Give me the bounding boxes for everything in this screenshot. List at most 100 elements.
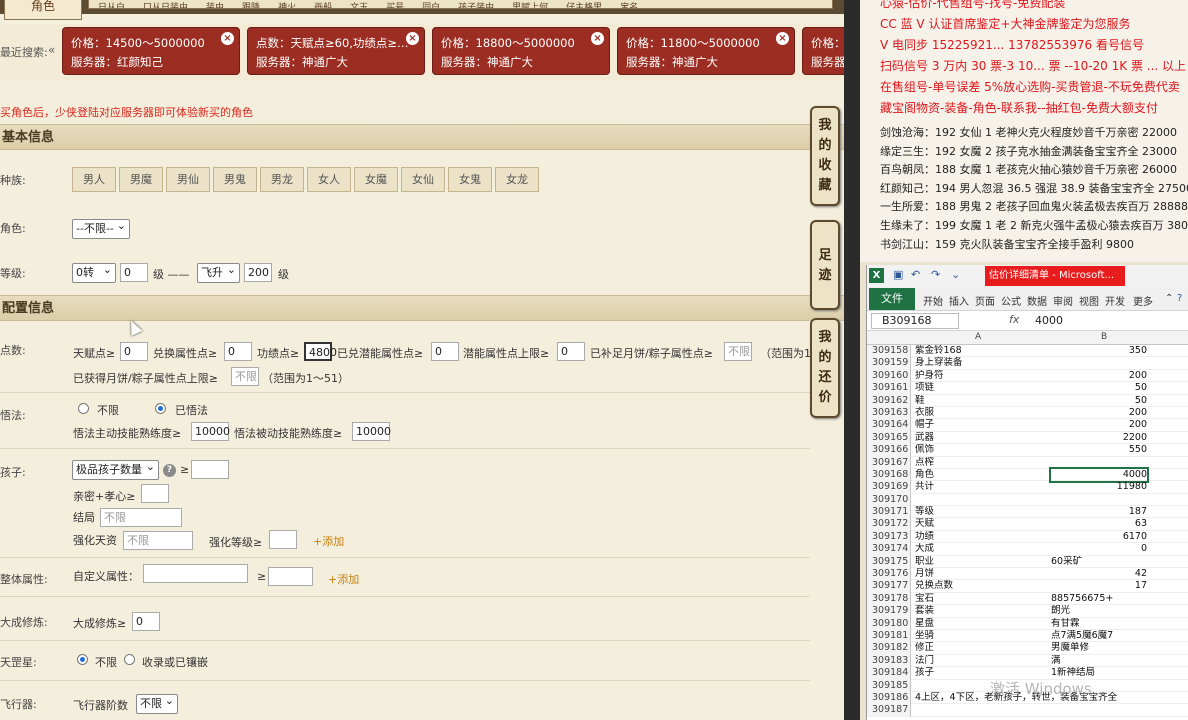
row-number[interactable]: 309171 bbox=[867, 506, 911, 519]
row-number[interactable]: 309183 bbox=[867, 654, 911, 668]
overall-value-input[interactable] bbox=[268, 567, 313, 586]
cell-a[interactable]: 武器 bbox=[915, 432, 1049, 444]
tiangang-owned-radio[interactable] bbox=[124, 654, 135, 665]
cell-b[interactable]: 550 bbox=[1051, 444, 1147, 456]
row-number[interactable]: 309180 bbox=[867, 617, 911, 630]
redo-icon[interactable]: ↷ bbox=[931, 268, 940, 281]
child-type-select[interactable]: 极品孩子数量 bbox=[72, 458, 159, 480]
fx-icon[interactable]: fx bbox=[1009, 313, 1019, 326]
overall-add-link[interactable]: +添加 bbox=[328, 571, 359, 587]
child-strengthen-input[interactable]: 不限 bbox=[123, 531, 193, 550]
yuebing-max-input[interactable]: 不限 bbox=[231, 367, 259, 386]
child-add-link[interactable]: +添加 bbox=[313, 533, 344, 549]
race-button[interactable]: 女仙 bbox=[401, 167, 445, 192]
row-number[interactable]: 309176 bbox=[867, 568, 911, 581]
cell-a[interactable]: 衣服 bbox=[915, 407, 1049, 419]
nav-item[interactable]: 买号 bbox=[377, 4, 413, 9]
nav-item[interactable]: 画船 bbox=[305, 4, 341, 9]
cell-b[interactable]: 60采矿 bbox=[1051, 556, 1147, 568]
cell-b[interactable]: 17 bbox=[1051, 580, 1147, 592]
race-button[interactable]: 男人 bbox=[72, 167, 116, 192]
cell-b[interactable]: 有甘霖 bbox=[1051, 618, 1147, 630]
cell-b[interactable]: 42 bbox=[1051, 568, 1147, 580]
cell-a[interactable]: 佩饰 bbox=[915, 444, 1049, 456]
level-zhuan-select[interactable]: 0转 bbox=[72, 261, 116, 283]
row-number[interactable]: 309162 bbox=[867, 394, 911, 407]
child-intimacy-input[interactable] bbox=[141, 484, 169, 503]
nav-item[interactable]: 跟降 bbox=[233, 4, 269, 9]
flyer-select[interactable]: 不限 bbox=[136, 692, 178, 714]
row-number[interactable]: 309173 bbox=[867, 530, 911, 544]
ribbon-collapse-icon[interactable]: ⌃ bbox=[1165, 293, 1173, 304]
cell-a[interactable]: 帽子 bbox=[915, 419, 1049, 431]
level-feisheng-select[interactable]: 飞升 bbox=[197, 261, 240, 283]
close-icon[interactable]: × bbox=[591, 32, 604, 45]
recent-search-chip[interactable]: 价格：11800～5000000 服务器：神通广大 × bbox=[617, 27, 795, 75]
nav-item[interactable]: 孩子装由 bbox=[449, 4, 503, 9]
row-number[interactable]: 309163 bbox=[867, 406, 911, 420]
ribbon-tab[interactable]: 开发 bbox=[1105, 293, 1125, 308]
side-tab-favorites[interactable]: 我的收藏 bbox=[810, 106, 840, 206]
nav-item[interactable]: 口从日装由 bbox=[134, 4, 197, 9]
cell-a[interactable]: 大成 bbox=[915, 543, 1049, 555]
cell-b[interactable]: 男魔单修 bbox=[1051, 642, 1147, 654]
close-icon[interactable]: × bbox=[776, 32, 789, 45]
recent-search-chip[interactable]: 点数：天赋点≥60,功绩点≥… 服务器：神通广大 × bbox=[247, 27, 425, 75]
row-number[interactable]: 309167 bbox=[867, 456, 911, 469]
nav-item[interactable]: 仔主格里 bbox=[557, 4, 611, 9]
row-number[interactable]: 309182 bbox=[867, 642, 911, 655]
row-number[interactable]: 309161 bbox=[867, 382, 911, 395]
recent-search-chip[interactable]: 价格：18800～5000000 服务器：神通广大 × bbox=[432, 27, 610, 75]
race-button[interactable]: 男龙 bbox=[260, 167, 304, 192]
close-icon[interactable]: × bbox=[221, 32, 234, 45]
overall-custom-input[interactable] bbox=[143, 564, 248, 583]
ribbon-file-tab[interactable]: 文件 bbox=[869, 288, 915, 310]
cell-b[interactable]: 满 bbox=[1051, 655, 1147, 667]
help-icon[interactable]: ? bbox=[1177, 293, 1182, 304]
column-header-a[interactable]: A bbox=[975, 332, 981, 342]
formula-input[interactable]: 4000 bbox=[1035, 314, 1063, 327]
cell-b[interactable]: 4000 bbox=[1049, 466, 1149, 484]
cell-b[interactable]: 点7满5魔6魔7 bbox=[1051, 630, 1147, 642]
side-tab-footprint[interactable]: 足迹 bbox=[810, 220, 840, 310]
dacheng-input[interactable]: 0 bbox=[132, 612, 160, 631]
cell-a[interactable]: 坐骑 bbox=[915, 630, 1049, 642]
nav-item[interactable]: 装由 bbox=[197, 4, 233, 9]
yuebing-input[interactable]: 不限 bbox=[724, 342, 752, 361]
save-icon[interactable]: ▣ bbox=[893, 268, 903, 281]
cell-a[interactable]: 法门 bbox=[915, 655, 1049, 667]
nav-item[interactable]: 日从白 bbox=[89, 4, 134, 9]
gongji-input[interactable]: 4800 bbox=[304, 342, 337, 361]
cell-a[interactable]: 兑换点数 bbox=[915, 580, 1049, 592]
listing-line[interactable]: 生缘未了：199 女魔 1 老 2 新克火强牛孟极心猿去疾百万 380 bbox=[880, 217, 1188, 233]
column-header-b[interactable]: B bbox=[1101, 332, 1107, 342]
wufa-any-radio[interactable] bbox=[78, 403, 89, 414]
row-number[interactable]: 309186 bbox=[867, 691, 911, 705]
row-number[interactable]: 309160 bbox=[867, 369, 911, 383]
cell-b[interactable]: 187 bbox=[1051, 506, 1147, 518]
cell-a[interactable]: 修正 bbox=[915, 642, 1049, 654]
ribbon-tab[interactable]: 视图 bbox=[1079, 293, 1099, 308]
row-number[interactable]: 309187 bbox=[867, 704, 911, 717]
nav-tab-role[interactable]: 角色 bbox=[4, 0, 82, 20]
row-number[interactable]: 309178 bbox=[867, 592, 911, 606]
row-number[interactable]: 309165 bbox=[867, 431, 911, 445]
cell-a[interactable]: 鞋 bbox=[915, 395, 1049, 407]
child-level-input[interactable] bbox=[269, 530, 297, 549]
undo-icon[interactable]: ↶ bbox=[911, 268, 920, 281]
ribbon-tab[interactable]: 审阅 bbox=[1053, 293, 1073, 308]
child-ending-input[interactable]: 不限 bbox=[100, 508, 182, 527]
tiangang-any-radio[interactable] bbox=[77, 654, 88, 665]
cell-a[interactable]: 月饼 bbox=[915, 568, 1049, 580]
cell-a[interactable]: 身上穿装备 bbox=[915, 357, 1049, 369]
wufa-passive-input[interactable]: 10000 bbox=[352, 422, 391, 441]
row-number[interactable]: 309185 bbox=[867, 679, 911, 692]
row-number[interactable]: 309158 bbox=[867, 345, 911, 358]
qianneng-max-input[interactable]: 0 bbox=[557, 342, 585, 361]
level-min-input[interactable]: 0 bbox=[120, 263, 148, 282]
cell-a[interactable]: 点榨 bbox=[915, 457, 1049, 469]
race-button[interactable]: 女鬼 bbox=[448, 167, 492, 192]
side-tab-counteroffer[interactable]: 我的还价 bbox=[810, 318, 840, 418]
cell-b[interactable]: 63 bbox=[1051, 518, 1147, 530]
cell-a[interactable]: 功绩 bbox=[915, 531, 1049, 543]
